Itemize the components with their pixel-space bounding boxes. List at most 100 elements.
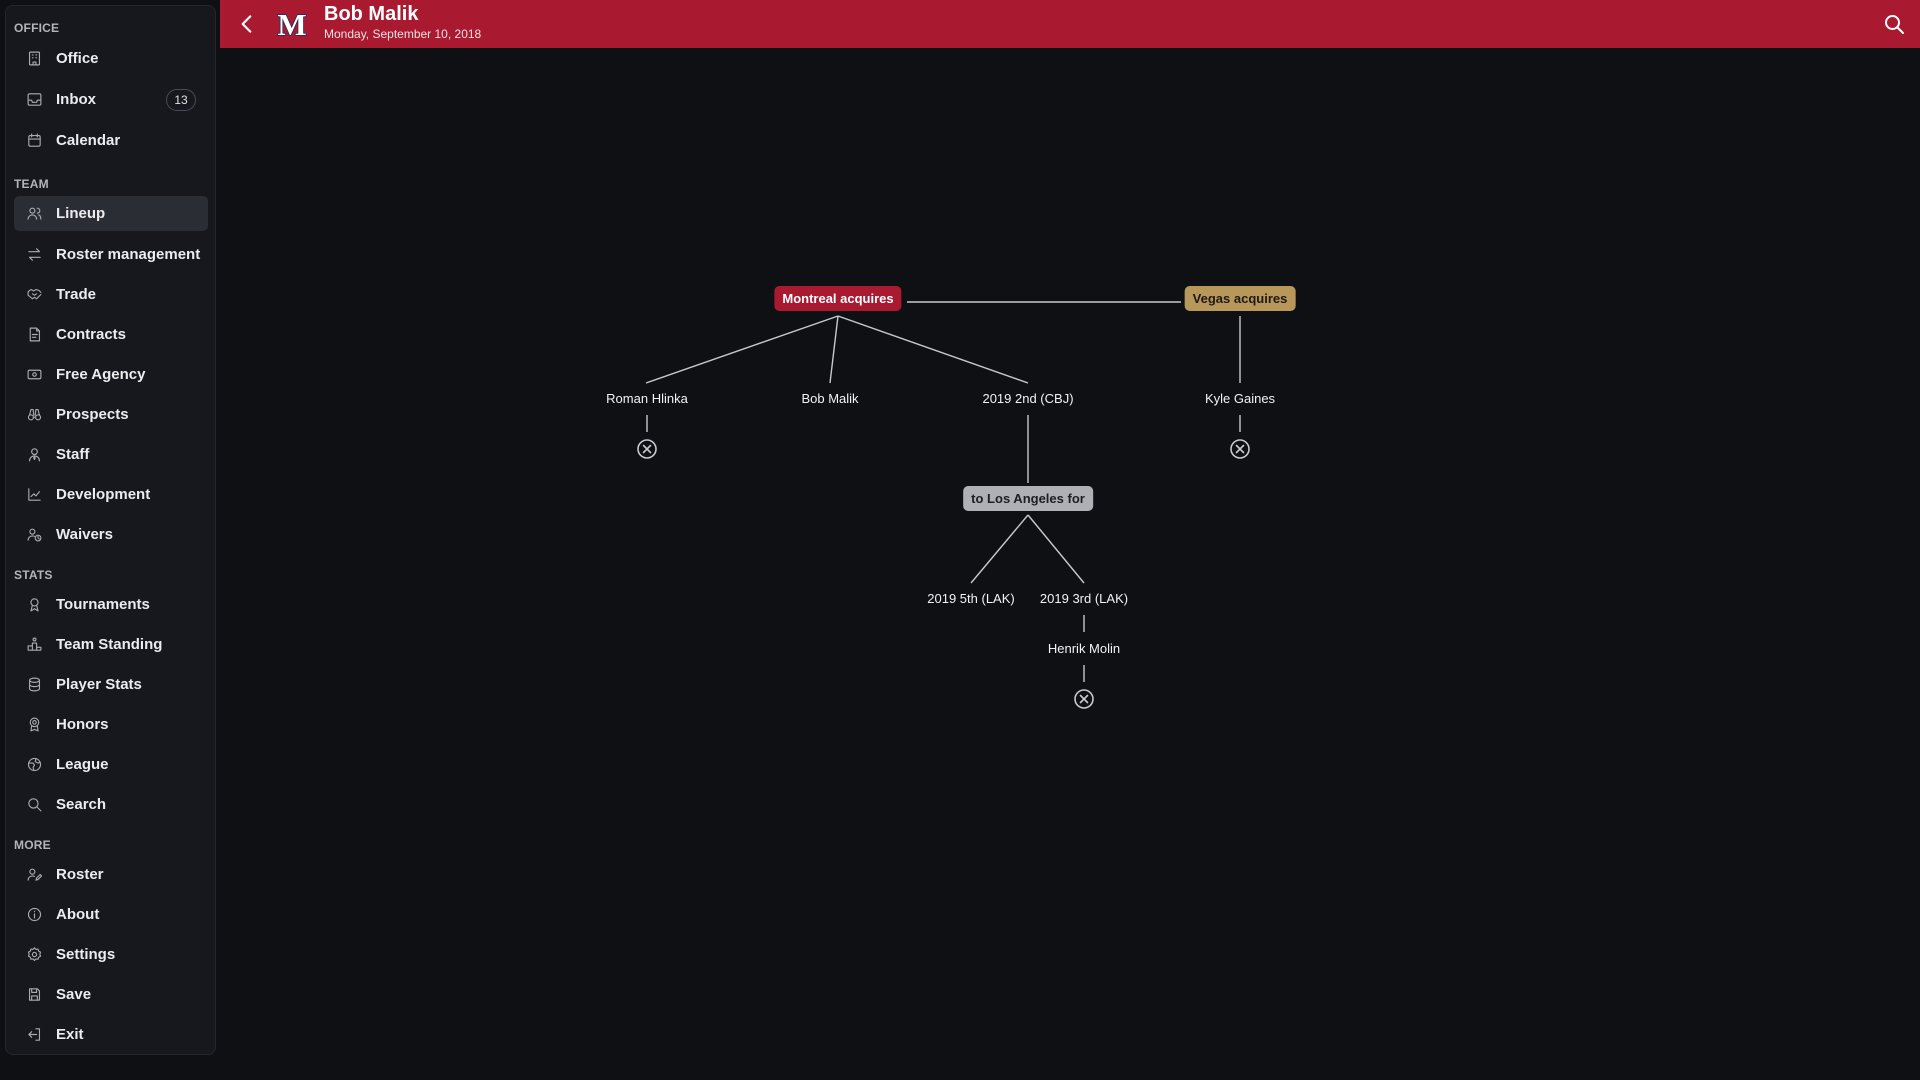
- team-logo: M: [276, 6, 308, 43]
- sidebar-item-save[interactable]: Save: [14, 977, 208, 1012]
- sidebar-item-label: League: [56, 756, 109, 773]
- sidebar-item-lineup[interactable]: Lineup: [14, 196, 208, 231]
- sidebar-item-label: Roster: [56, 866, 104, 883]
- sidebar-item-label: Calendar: [56, 132, 121, 149]
- asset-kyle-gaines[interactable]: Kyle Gaines: [1197, 386, 1283, 411]
- sidebar-item-roster[interactable]: Roster: [14, 857, 208, 892]
- sidebar-item-label: Development: [56, 486, 151, 503]
- sidebar-item-trade[interactable]: Trade: [14, 277, 208, 312]
- sidebar-item-free-agency[interactable]: Free Agency: [14, 357, 208, 392]
- sidebar-item-team-standing[interactable]: Team Standing: [14, 627, 208, 662]
- sidebar-item-label: Lineup: [56, 205, 106, 222]
- info-icon: [25, 906, 43, 924]
- sidebar-item-label: Waivers: [56, 526, 113, 543]
- section-title-more: MORE: [14, 838, 51, 852]
- sidebar-item-exit[interactable]: Exit: [14, 1017, 208, 1052]
- asset-henrik-molin[interactable]: Henrik Molin: [1040, 636, 1128, 661]
- sidebar-item-tournaments[interactable]: Tournaments: [14, 587, 208, 622]
- sidebar-item-label: About: [56, 906, 100, 923]
- trophy-icon: [25, 596, 43, 614]
- sidebar-item-label: Free Agency: [56, 366, 146, 383]
- section-title-stats: STATS: [14, 568, 53, 582]
- chevron-left-icon: [241, 15, 252, 33]
- sidebar-item-label: Save: [56, 986, 92, 1003]
- sidebar: OFFICE Office Inbox 13 Calendar TEAM Lin…: [5, 5, 216, 1055]
- asset-bob-malik[interactable]: Bob Malik: [794, 386, 866, 411]
- database-icon: [25, 676, 43, 694]
- asset-2019-5th-lak[interactable]: 2019 5th (LAK): [920, 586, 1022, 611]
- sidebar-item-settings[interactable]: Settings: [14, 937, 208, 972]
- back-button[interactable]: [234, 11, 260, 37]
- binoculars-icon: [25, 406, 43, 424]
- sidebar-item-office[interactable]: Office: [14, 41, 208, 76]
- page-title: Bob Malik: [324, 3, 419, 25]
- montreal-acquires-label: Montreal acquires: [774, 286, 902, 311]
- sidebar-item-staff[interactable]: Staff: [14, 437, 208, 472]
- header-bar: M Bob Malik Monday, September 10, 2018: [220, 0, 1920, 48]
- sidebar-item-label: Staff: [56, 446, 90, 463]
- award-icon: [25, 716, 43, 734]
- sidebar-item-player-stats[interactable]: Player Stats: [14, 667, 208, 702]
- user-tie-icon: [25, 446, 43, 464]
- arrows-exchange-icon: [25, 246, 43, 264]
- end-of-chain-icon: [636, 438, 658, 460]
- sidebar-item-about[interactable]: About: [14, 897, 208, 932]
- unread-count-badge: 13: [166, 89, 196, 111]
- sidebar-item-label: Prospects: [56, 406, 129, 423]
- floppy-icon: [25, 986, 43, 1004]
- sidebar-item-label: Tournaments: [56, 596, 150, 613]
- sidebar-item-label: Office: [56, 50, 99, 67]
- sidebar-item-prospects[interactable]: Prospects: [14, 397, 208, 432]
- section-title-office: OFFICE: [14, 21, 60, 35]
- connector-line: [829, 315, 839, 384]
- calendar-icon: [25, 132, 43, 150]
- sidebar-item-league[interactable]: League: [14, 747, 208, 782]
- sidebar-item-honors[interactable]: Honors: [14, 707, 208, 742]
- sidebar-item-label: Honors: [56, 716, 109, 733]
- sidebar-item-calendar[interactable]: Calendar: [14, 123, 208, 158]
- sidebar-item-roster-management[interactable]: Roster management: [14, 237, 208, 272]
- sidebar-item-waivers[interactable]: Waivers: [14, 517, 208, 552]
- inbox-icon: [25, 91, 43, 109]
- sidebar-item-label: Roster management: [56, 246, 201, 263]
- chart-line-icon: [25, 486, 43, 504]
- connector-line: [1027, 514, 1085, 584]
- users-icon: [25, 205, 43, 223]
- sidebar-item-label: Inbox: [56, 91, 96, 108]
- sidebar-item-label: Player Stats: [56, 676, 142, 693]
- sidebar-item-search[interactable]: Search: [14, 787, 208, 822]
- podium-icon: [25, 636, 43, 654]
- cash-icon: [25, 366, 43, 384]
- building-icon: [25, 50, 43, 68]
- handshake-icon: [25, 286, 43, 304]
- sidebar-item-inbox[interactable]: Inbox 13: [14, 82, 208, 117]
- sidebar-item-label: Team Standing: [56, 636, 163, 653]
- current-date: Monday, September 10, 2018: [324, 27, 482, 41]
- sidebar-item-label: Exit: [56, 1026, 84, 1043]
- sidebar-item-label: Trade: [56, 286, 97, 303]
- sidebar-item-label: Search: [56, 796, 107, 813]
- end-of-chain-icon: [1073, 688, 1095, 710]
- end-of-chain-icon: [1229, 438, 1251, 460]
- logout-icon: [25, 1026, 43, 1044]
- asset-2019-2nd-cbj[interactable]: 2019 2nd (CBJ): [975, 386, 1081, 411]
- connector-line: [645, 315, 839, 384]
- contract-icon: [25, 326, 43, 344]
- trade-tree-connectors: [645, 301, 1241, 682]
- asset-2019-3rd-lak[interactable]: 2019 3rd (LAK): [1032, 586, 1136, 611]
- sidebar-item-development[interactable]: Development: [14, 477, 208, 512]
- connector-line: [837, 315, 1029, 384]
- to-los-angeles-label: to Los Angeles for: [963, 486, 1093, 511]
- sidebar-item-label: Settings: [56, 946, 116, 963]
- gear-icon: [25, 946, 43, 964]
- user-clock-icon: [25, 526, 43, 544]
- sidebar-item-contracts[interactable]: Contracts: [14, 317, 208, 352]
- section-title-team: TEAM: [14, 177, 49, 191]
- search-button[interactable]: [1882, 12, 1906, 36]
- connector-line: [970, 514, 1029, 584]
- globe-icon: [25, 756, 43, 774]
- logo-letter: M: [277, 8, 306, 40]
- asset-roman-hlinka[interactable]: Roman Hlinka: [599, 386, 695, 411]
- sidebar-item-label: Contracts: [56, 326, 127, 343]
- search-icon: [25, 796, 43, 814]
